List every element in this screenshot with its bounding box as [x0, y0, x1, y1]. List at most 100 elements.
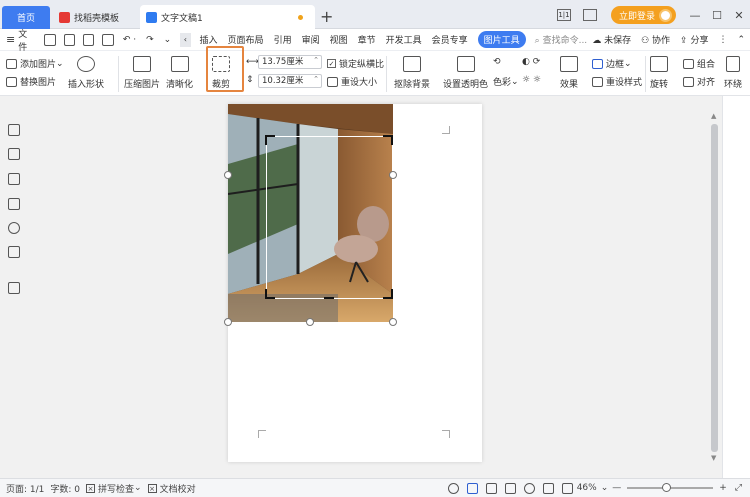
group-button[interactable]: 组合	[683, 57, 715, 70]
set-transparent-button[interactable]: 设置透明色	[443, 54, 488, 90]
resize-handle-bottom[interactable]	[306, 318, 314, 326]
menu-references[interactable]: 引用	[274, 33, 292, 46]
tab-template[interactable]: 找稻壳模板	[53, 5, 138, 29]
reset-size-button[interactable]: 重设大小	[327, 75, 377, 88]
remove-background-button[interactable]: 抠除背景	[394, 54, 430, 90]
rotate-button[interactable]: 旋转	[650, 54, 668, 90]
collapse-ribbon-icon[interactable]: ⌃	[737, 35, 745, 45]
menu-page-layout[interactable]: 页面布局	[228, 33, 264, 46]
login-button[interactable]: 立即登录	[610, 6, 676, 24]
zoom-dropdown-icon[interactable]: ⌄	[601, 483, 609, 493]
resize-handle-right[interactable]	[389, 171, 397, 179]
clarity-button[interactable]: 清晰化	[166, 54, 193, 90]
eye-protection-icon[interactable]	[447, 482, 459, 494]
web-view-icon[interactable]	[523, 482, 535, 494]
write-mode-icon[interactable]	[542, 482, 554, 494]
docer-logo-icon	[59, 11, 70, 23]
menu-right-actions: ☁ 未保存 ⚇ 协作 ⇪ 分享 ⋮ ⌃	[587, 33, 750, 47]
zoom-level[interactable]: 46%	[577, 483, 597, 493]
crop-button[interactable]: 裁剪	[212, 54, 230, 90]
effects-button[interactable]: 效果	[560, 54, 578, 90]
menu-review[interactable]: 审阅	[302, 33, 320, 46]
brightness-icon[interactable]: ☼ ☼	[522, 75, 541, 85]
maximize-button[interactable]: ☐	[706, 9, 728, 22]
resize-handle-bottom-right[interactable]	[389, 318, 397, 326]
effects-icon	[560, 56, 578, 72]
zoom-slider-knob[interactable]	[661, 483, 671, 492]
word-count[interactable]: 字数: 0	[50, 482, 80, 495]
page-count: 页面: 1/1	[6, 484, 45, 495]
menu-developer[interactable]: 开发工具	[386, 33, 422, 46]
height-input[interactable]: 10.32厘米	[258, 73, 322, 88]
redo-icon[interactable]: ↷	[146, 35, 154, 45]
proofread-button[interactable]: × 文档校对	[147, 482, 196, 495]
menu-view[interactable]: 视图	[330, 33, 348, 46]
tab-bar: 首页 找稻壳模板 文字文稿1 + 1|1 立即登录 — ☐ ✕	[0, 0, 750, 29]
rotate-left-icon[interactable]: ⟲	[493, 57, 501, 67]
ribbon-scroll-left-icon[interactable]: ‹	[180, 32, 191, 47]
location-icon[interactable]	[8, 222, 20, 234]
align-button[interactable]: 对齐	[683, 75, 715, 88]
fullscreen-icon[interactable]: ⤢	[735, 483, 742, 493]
file-menu[interactable]: ≡ 文件	[0, 27, 34, 53]
menu-member[interactable]: 会员专享	[432, 33, 468, 46]
spell-check-button[interactable]: × 拼写检查 ⌄	[86, 482, 142, 495]
quick-access-dropdown-icon[interactable]: ⌄	[164, 35, 172, 45]
layout-toggle-icon[interactable]: 1|1	[556, 9, 571, 21]
resize-handle-left[interactable]	[224, 171, 232, 179]
undo-icon[interactable]: ↶ ·	[123, 35, 136, 45]
border-button[interactable]: 边框 ⌄	[592, 57, 632, 70]
scroll-thumb[interactable]	[711, 124, 718, 452]
edit-pen-icon[interactable]	[8, 124, 20, 136]
width-input[interactable]: 13.75厘米	[258, 54, 322, 69]
reset-style-button[interactable]: 重设样式	[592, 75, 642, 88]
crop-region[interactable]	[266, 136, 393, 299]
menu-insert[interactable]: 插入	[200, 33, 218, 46]
menu-section[interactable]: 章节	[358, 33, 376, 46]
zoom-out-button[interactable]: —	[612, 483, 621, 493]
unsaved-button[interactable]: ☁ 未保存	[592, 33, 631, 46]
wrap-button[interactable]: 环绕	[724, 54, 742, 90]
zoom-slider[interactable]	[627, 483, 714, 492]
preview-icon[interactable]	[102, 33, 114, 46]
unsaved-dot-icon	[298, 14, 303, 20]
window-list-icon[interactable]	[582, 9, 597, 21]
adjust-sliders-icon[interactable]	[8, 173, 20, 185]
scroll-up-icon[interactable]: ▲	[711, 112, 716, 120]
page-view-icon[interactable]	[466, 482, 478, 494]
magic-brush-icon[interactable]	[8, 198, 20, 210]
insert-shape-button[interactable]: 插入形状	[68, 54, 104, 90]
command-search[interactable]: ⌕ 查找命令...	[535, 33, 588, 46]
lock-ratio-checkbox[interactable]: ✓ 锁定纵横比	[327, 57, 384, 70]
crop-edge-bottom[interactable]	[324, 297, 334, 299]
contrast-icon[interactable]: ◐ ⟳	[522, 57, 540, 67]
book-icon[interactable]	[8, 246, 20, 258]
print-icon[interactable]	[83, 33, 95, 46]
share-label: 分享	[690, 36, 709, 46]
add-image-button[interactable]: 添加图片 ⌄	[6, 57, 64, 70]
more-icon[interactable]: ⋮	[718, 35, 727, 45]
export-pdf-icon[interactable]	[63, 33, 76, 46]
select-pointer-icon[interactable]	[8, 148, 20, 160]
new-tab-button[interactable]: +	[320, 7, 333, 26]
scroll-down-icon[interactable]: ▼	[711, 454, 716, 462]
tab-document[interactable]: 文字文稿1	[140, 5, 315, 29]
reading-view-icon[interactable]	[504, 482, 516, 494]
replace-image-button[interactable]: 替换图片	[6, 75, 56, 88]
resize-handle-bottom-left[interactable]	[224, 318, 232, 326]
outline-view-icon[interactable]	[485, 482, 497, 494]
zoom-in-button[interactable]: +	[719, 483, 727, 493]
save-icon[interactable]	[44, 33, 56, 46]
close-button[interactable]: ✕	[728, 9, 750, 22]
minimize-button[interactable]: —	[684, 9, 706, 22]
color-label: 色彩	[493, 78, 512, 88]
status-right: 46% ⌄ — + ⤢	[444, 482, 750, 494]
share-button[interactable]: ⇪ 分享	[680, 33, 708, 46]
menu-bar: ≡ 文件 ↶ · ↷ ⌄ ‹ 插入 页面布局 引用 审阅 视图 章节 开发工具 …	[0, 27, 750, 53]
compress-image-button[interactable]: 压缩图片	[124, 54, 160, 90]
collab-button[interactable]: ⚇ 协作	[641, 33, 670, 46]
rocket-icon[interactable]	[8, 282, 20, 294]
fit-page-icon[interactable]	[561, 482, 573, 494]
color-button[interactable]: 色彩 ⌄	[493, 75, 519, 89]
menu-picture-tools[interactable]: 图片工具	[477, 31, 526, 48]
